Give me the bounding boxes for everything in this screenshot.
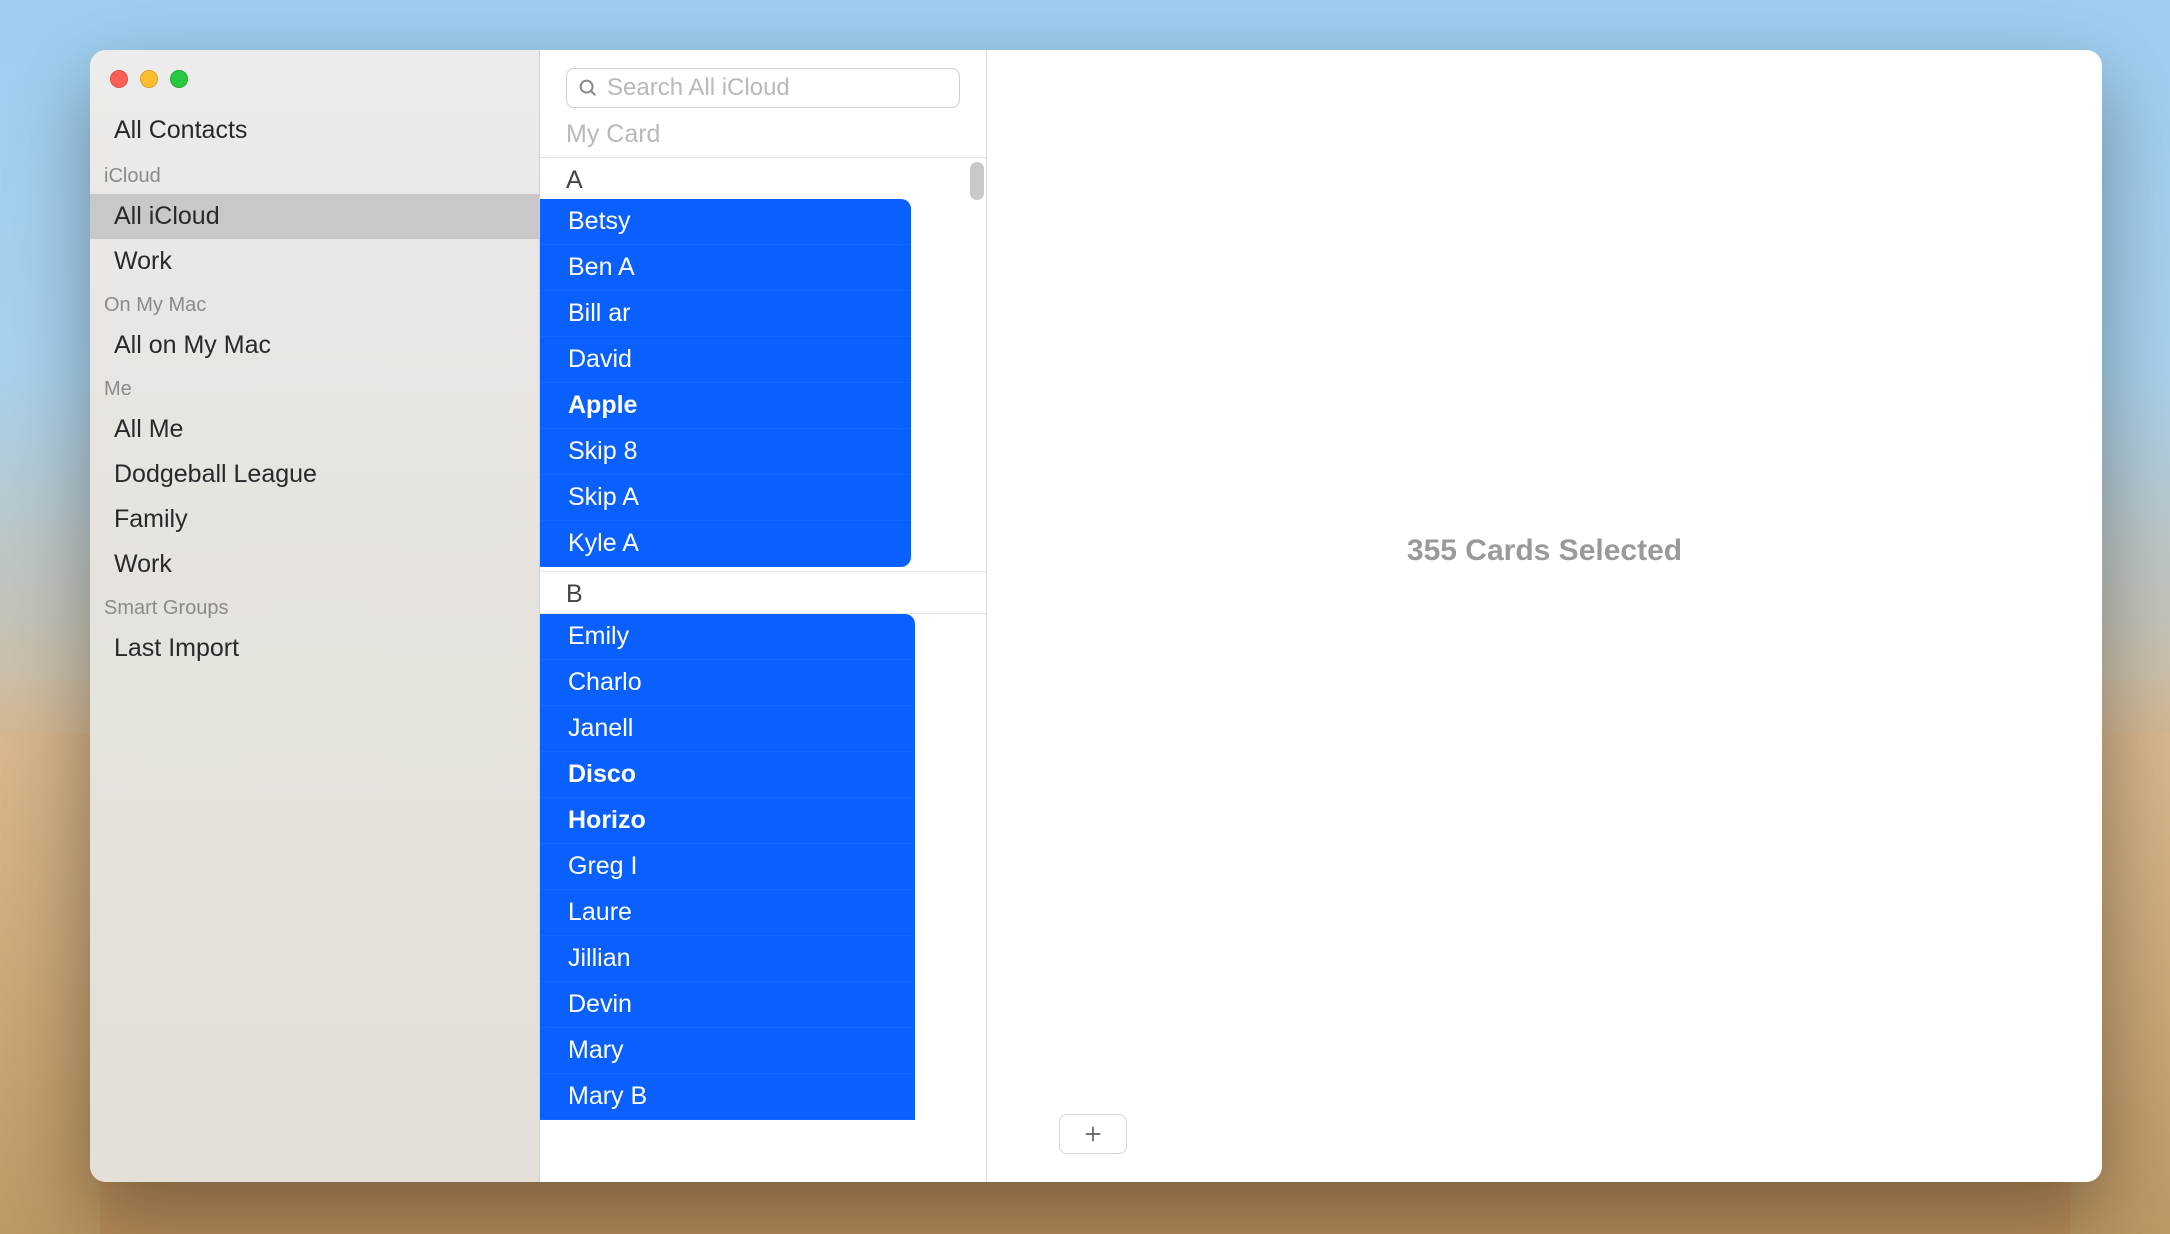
fullscreen-window-button[interactable] [170,70,188,88]
add-contact-button[interactable] [1059,1114,1127,1154]
sidebar-section-on-my-mac: On My Mac [90,284,539,323]
sidebar-item-me-work[interactable]: Work [90,542,539,587]
sidebar-item-dodgeball-league[interactable]: Dodgeball League [90,452,539,497]
sidebar-item-all-me[interactable]: All Me [90,407,539,452]
search-input[interactable] [607,74,949,102]
contact-item[interactable]: Mary B [540,1074,915,1120]
sidebar-item-all-contacts[interactable]: All Contacts [90,106,539,155]
contact-item[interactable]: Jillian [540,936,915,982]
sidebar-section-me: Me [90,368,539,407]
selection-count-text: 355 Cards Selected [1407,534,1682,568]
detail-pane: 355 Cards Selected [987,50,2102,1182]
contact-item[interactable]: Devin [540,982,915,1028]
contact-item[interactable]: Skip A [540,475,911,521]
contact-item[interactable]: David [540,337,911,383]
contact-item[interactable]: Betsy [540,199,911,245]
contacts-list-column: My Card A Betsy Ben A Bill ar David Appl… [540,50,987,1182]
sidebar-section-smart-groups: Smart Groups [90,587,539,626]
contacts-app-window: All Contacts iCloud All iCloud Work On M… [90,50,2102,1182]
window-controls [90,64,539,106]
contact-item[interactable]: Mary [540,1028,915,1074]
section-header-a: A [540,158,986,199]
contacts-scroll-area[interactable]: A Betsy Ben A Bill ar David Apple Skip 8… [540,158,986,1182]
contact-item[interactable]: Bill ar [540,291,911,337]
sidebar-item-icloud-work[interactable]: Work [90,239,539,284]
minimize-window-button[interactable] [140,70,158,88]
search-box[interactable] [566,68,960,108]
sidebar-section-icloud: iCloud [90,155,539,194]
sidebar: All Contacts iCloud All iCloud Work On M… [90,50,540,1182]
contact-item[interactable]: Ben A [540,245,911,291]
plus-icon [1083,1124,1103,1144]
sidebar-item-all-on-my-mac[interactable]: All on My Mac [90,323,539,368]
my-card-row[interactable]: My Card [540,120,986,158]
contact-item[interactable]: Kyle A [540,521,911,567]
section-header-b: B [540,571,986,614]
sidebar-item-family[interactable]: Family [90,497,539,542]
scrollbar-thumb[interactable] [970,162,984,200]
contact-item[interactable]: Greg I [540,844,915,890]
contact-item[interactable]: Janell [540,706,915,752]
contact-item[interactable]: Charlo [540,660,915,706]
search-icon [577,77,599,99]
sidebar-item-all-icloud[interactable]: All iCloud [90,194,539,239]
contact-item[interactable]: Horizo [540,798,915,844]
contact-item[interactable]: Emily [540,614,915,660]
contact-item[interactable]: Skip 8 [540,429,911,475]
sidebar-item-last-import[interactable]: Last Import [90,626,539,671]
close-window-button[interactable] [110,70,128,88]
contact-item[interactable]: Apple [540,383,911,429]
contact-item[interactable]: Disco [540,752,915,798]
contact-item[interactable]: Laure [540,890,915,936]
